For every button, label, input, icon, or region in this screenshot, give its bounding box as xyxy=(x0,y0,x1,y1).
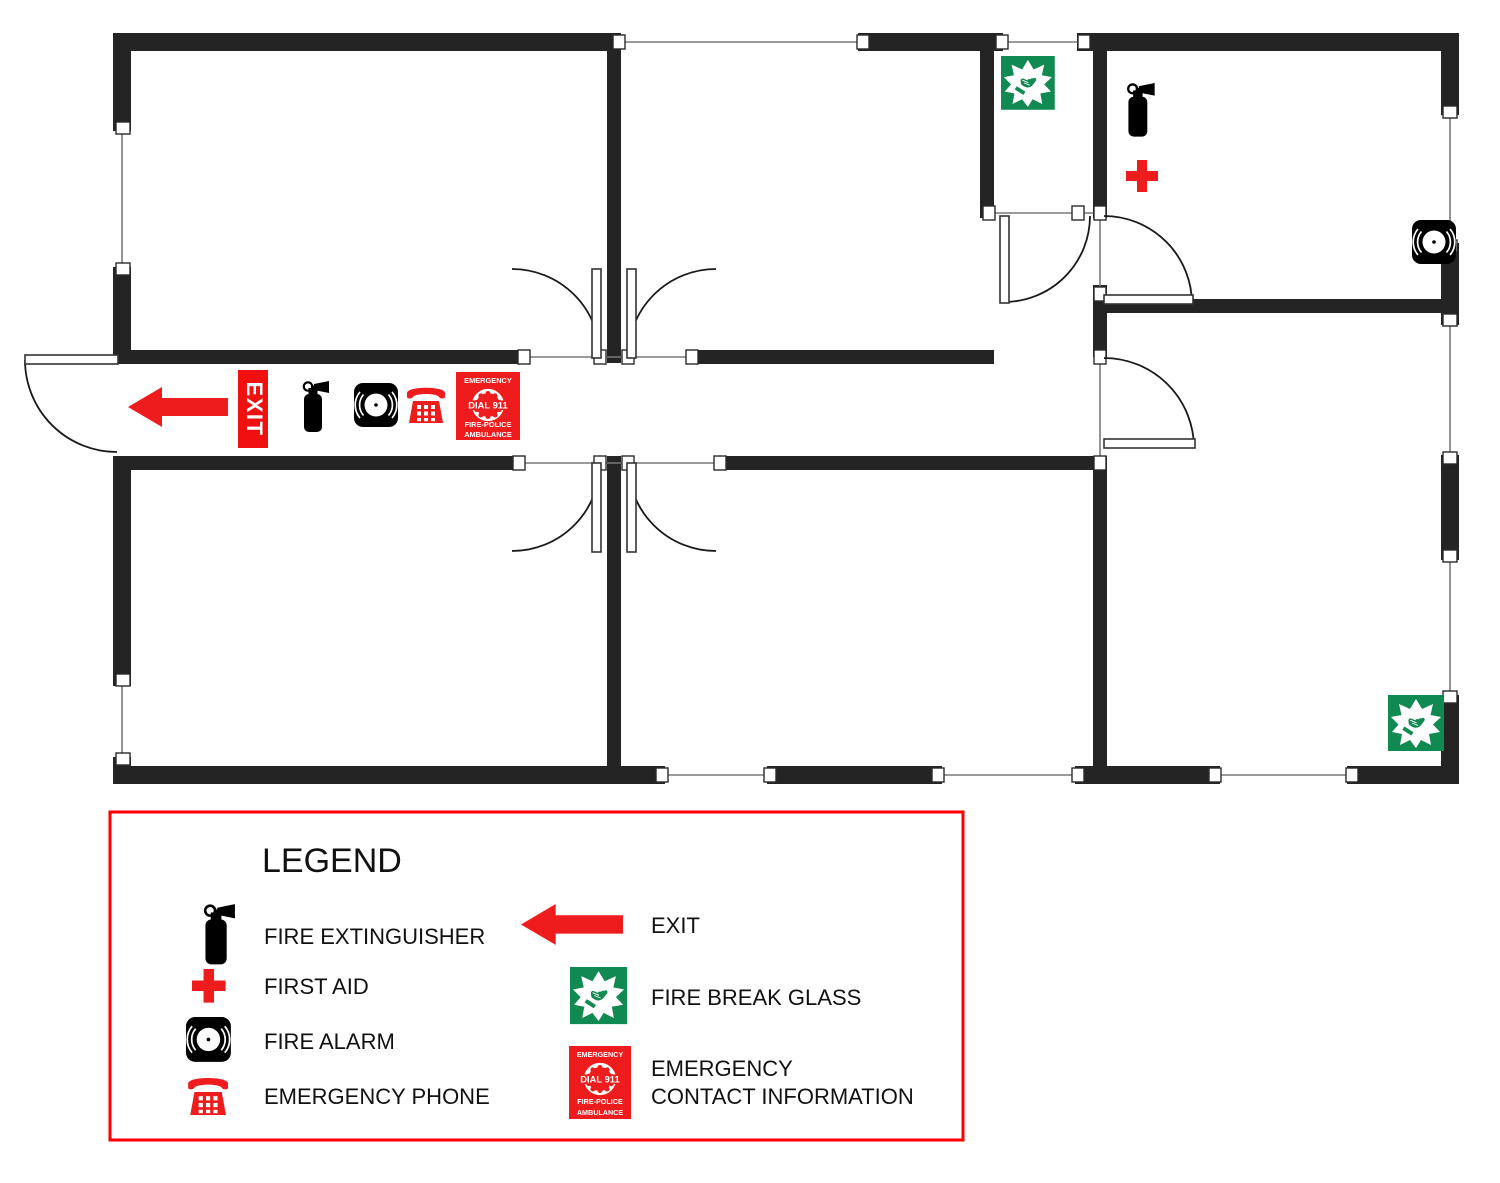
wall-interior-horiz-upper2 xyxy=(688,350,994,364)
emergency-sign-line2: DIAL 911 xyxy=(468,400,507,411)
legend-panel: LEGEND FIRE EXTINGUISHER FIRST AID FIRE … xyxy=(108,810,965,1142)
emergency-sign-line1: EMERGENCY xyxy=(464,376,512,385)
fire-alarm-icon[interactable] xyxy=(1411,219,1457,265)
fire-break-glass-icon[interactable] xyxy=(1387,694,1445,752)
wall-exterior-left-a xyxy=(113,33,131,131)
floor-plan-page: EXIT EMERGENCY DIAL 911 FIRE-POLICE AMBU… xyxy=(0,0,1500,1183)
door-lower-right xyxy=(626,462,717,553)
exit-sign-label: EXIT xyxy=(242,382,267,437)
wall-interior-horiz-upper xyxy=(113,350,528,364)
wall-interior-vertical-r2 xyxy=(1093,33,1107,218)
fire-alarm-icon[interactable] xyxy=(353,382,399,428)
emergency-contact-sign-icon[interactable]: EMERGENCY DIAL 911 FIRE-POLICE AMBULANCE xyxy=(456,372,520,440)
legend-item-label: FIRE BREAK GLASS xyxy=(651,985,861,1010)
svg-text:DIAL 911: DIAL 911 xyxy=(580,1074,619,1085)
emergency-sign-line4: AMBULANCE xyxy=(464,430,512,439)
fire-break-glass-icon xyxy=(569,966,628,1025)
wall-interior-vertical-r4 xyxy=(1093,456,1107,784)
door-main-entrance xyxy=(24,354,119,453)
wall-interior-horiz-lower xyxy=(113,456,523,470)
legend-item-label: FIRE EXTINGUISHER xyxy=(264,924,485,949)
legend-item-label: FIRST AID xyxy=(264,974,369,999)
svg-text:FIRE-POLICE: FIRE-POLICE xyxy=(577,1097,623,1106)
fire-extinguisher-icon[interactable] xyxy=(302,379,331,434)
emergency-phone-icon xyxy=(188,1078,229,1116)
door-upper-left xyxy=(511,268,602,359)
svg-text:AMBULANCE: AMBULANCE xyxy=(577,1108,624,1117)
fire-alarm-icon xyxy=(185,1016,232,1063)
fire-extinguisher-icon[interactable] xyxy=(1127,81,1156,138)
floor-plan-svg: EXIT EMERGENCY DIAL 911 FIRE-POLICE AMBU… xyxy=(24,33,1459,1142)
wall-exterior-right-c xyxy=(1441,455,1459,560)
legend-item-label-line1: EMERGENCY xyxy=(651,1056,793,1081)
door-room-top-right-a xyxy=(999,215,1091,304)
door-lower-left xyxy=(511,462,602,553)
wall-exterior-bottom-b xyxy=(767,766,942,784)
wall-exterior-top-right xyxy=(1077,33,1459,51)
emergency-sign-line3: FIRE-POLICE xyxy=(465,420,512,429)
wall-exterior-bottom-a xyxy=(113,766,665,784)
wall-interior-vertical-r1 xyxy=(980,33,994,218)
door-upper-right xyxy=(626,268,717,359)
door-room-mid-right xyxy=(1103,357,1196,449)
legend-item-label-line2: CONTACT INFORMATION xyxy=(651,1084,914,1109)
wall-exterior-left-c xyxy=(113,456,131,686)
svg-text:EMERGENCY: EMERGENCY xyxy=(577,1050,624,1059)
plan-markers-group: EXIT EMERGENCY DIAL 911 FIRE-POLICE AMBU… xyxy=(128,55,1457,752)
wall-exterior-top-left xyxy=(113,33,616,51)
fire-break-glass-icon[interactable] xyxy=(1000,55,1056,111)
legend-item-label: EMERGENCY PHONE xyxy=(264,1084,490,1109)
emergency-phone-icon[interactable] xyxy=(407,387,445,423)
legend-title: LEGEND xyxy=(262,842,402,880)
first-aid-cross-icon[interactable] xyxy=(1126,160,1158,192)
door-room-top-right-b xyxy=(1103,215,1194,305)
wall-exterior-left-b xyxy=(113,267,131,359)
exit-arrow-icon[interactable] xyxy=(128,387,228,427)
emergency-contact-sign-icon: EMERGENCY DIAL 911 FIRE-POLICE AMBULANCE xyxy=(569,1046,631,1119)
exit-sign-icon[interactable]: EXIT xyxy=(238,370,268,448)
legend-item-label: FIRE ALARM xyxy=(264,1029,395,1054)
legend-item-label: EXIT xyxy=(651,913,700,938)
wall-interior-horiz-lower2 xyxy=(716,456,1107,470)
wall-interior-vertical-mid xyxy=(607,33,621,363)
wall-exterior-right-a xyxy=(1441,33,1459,115)
wall-interior-vertical-mid2 xyxy=(607,456,621,784)
